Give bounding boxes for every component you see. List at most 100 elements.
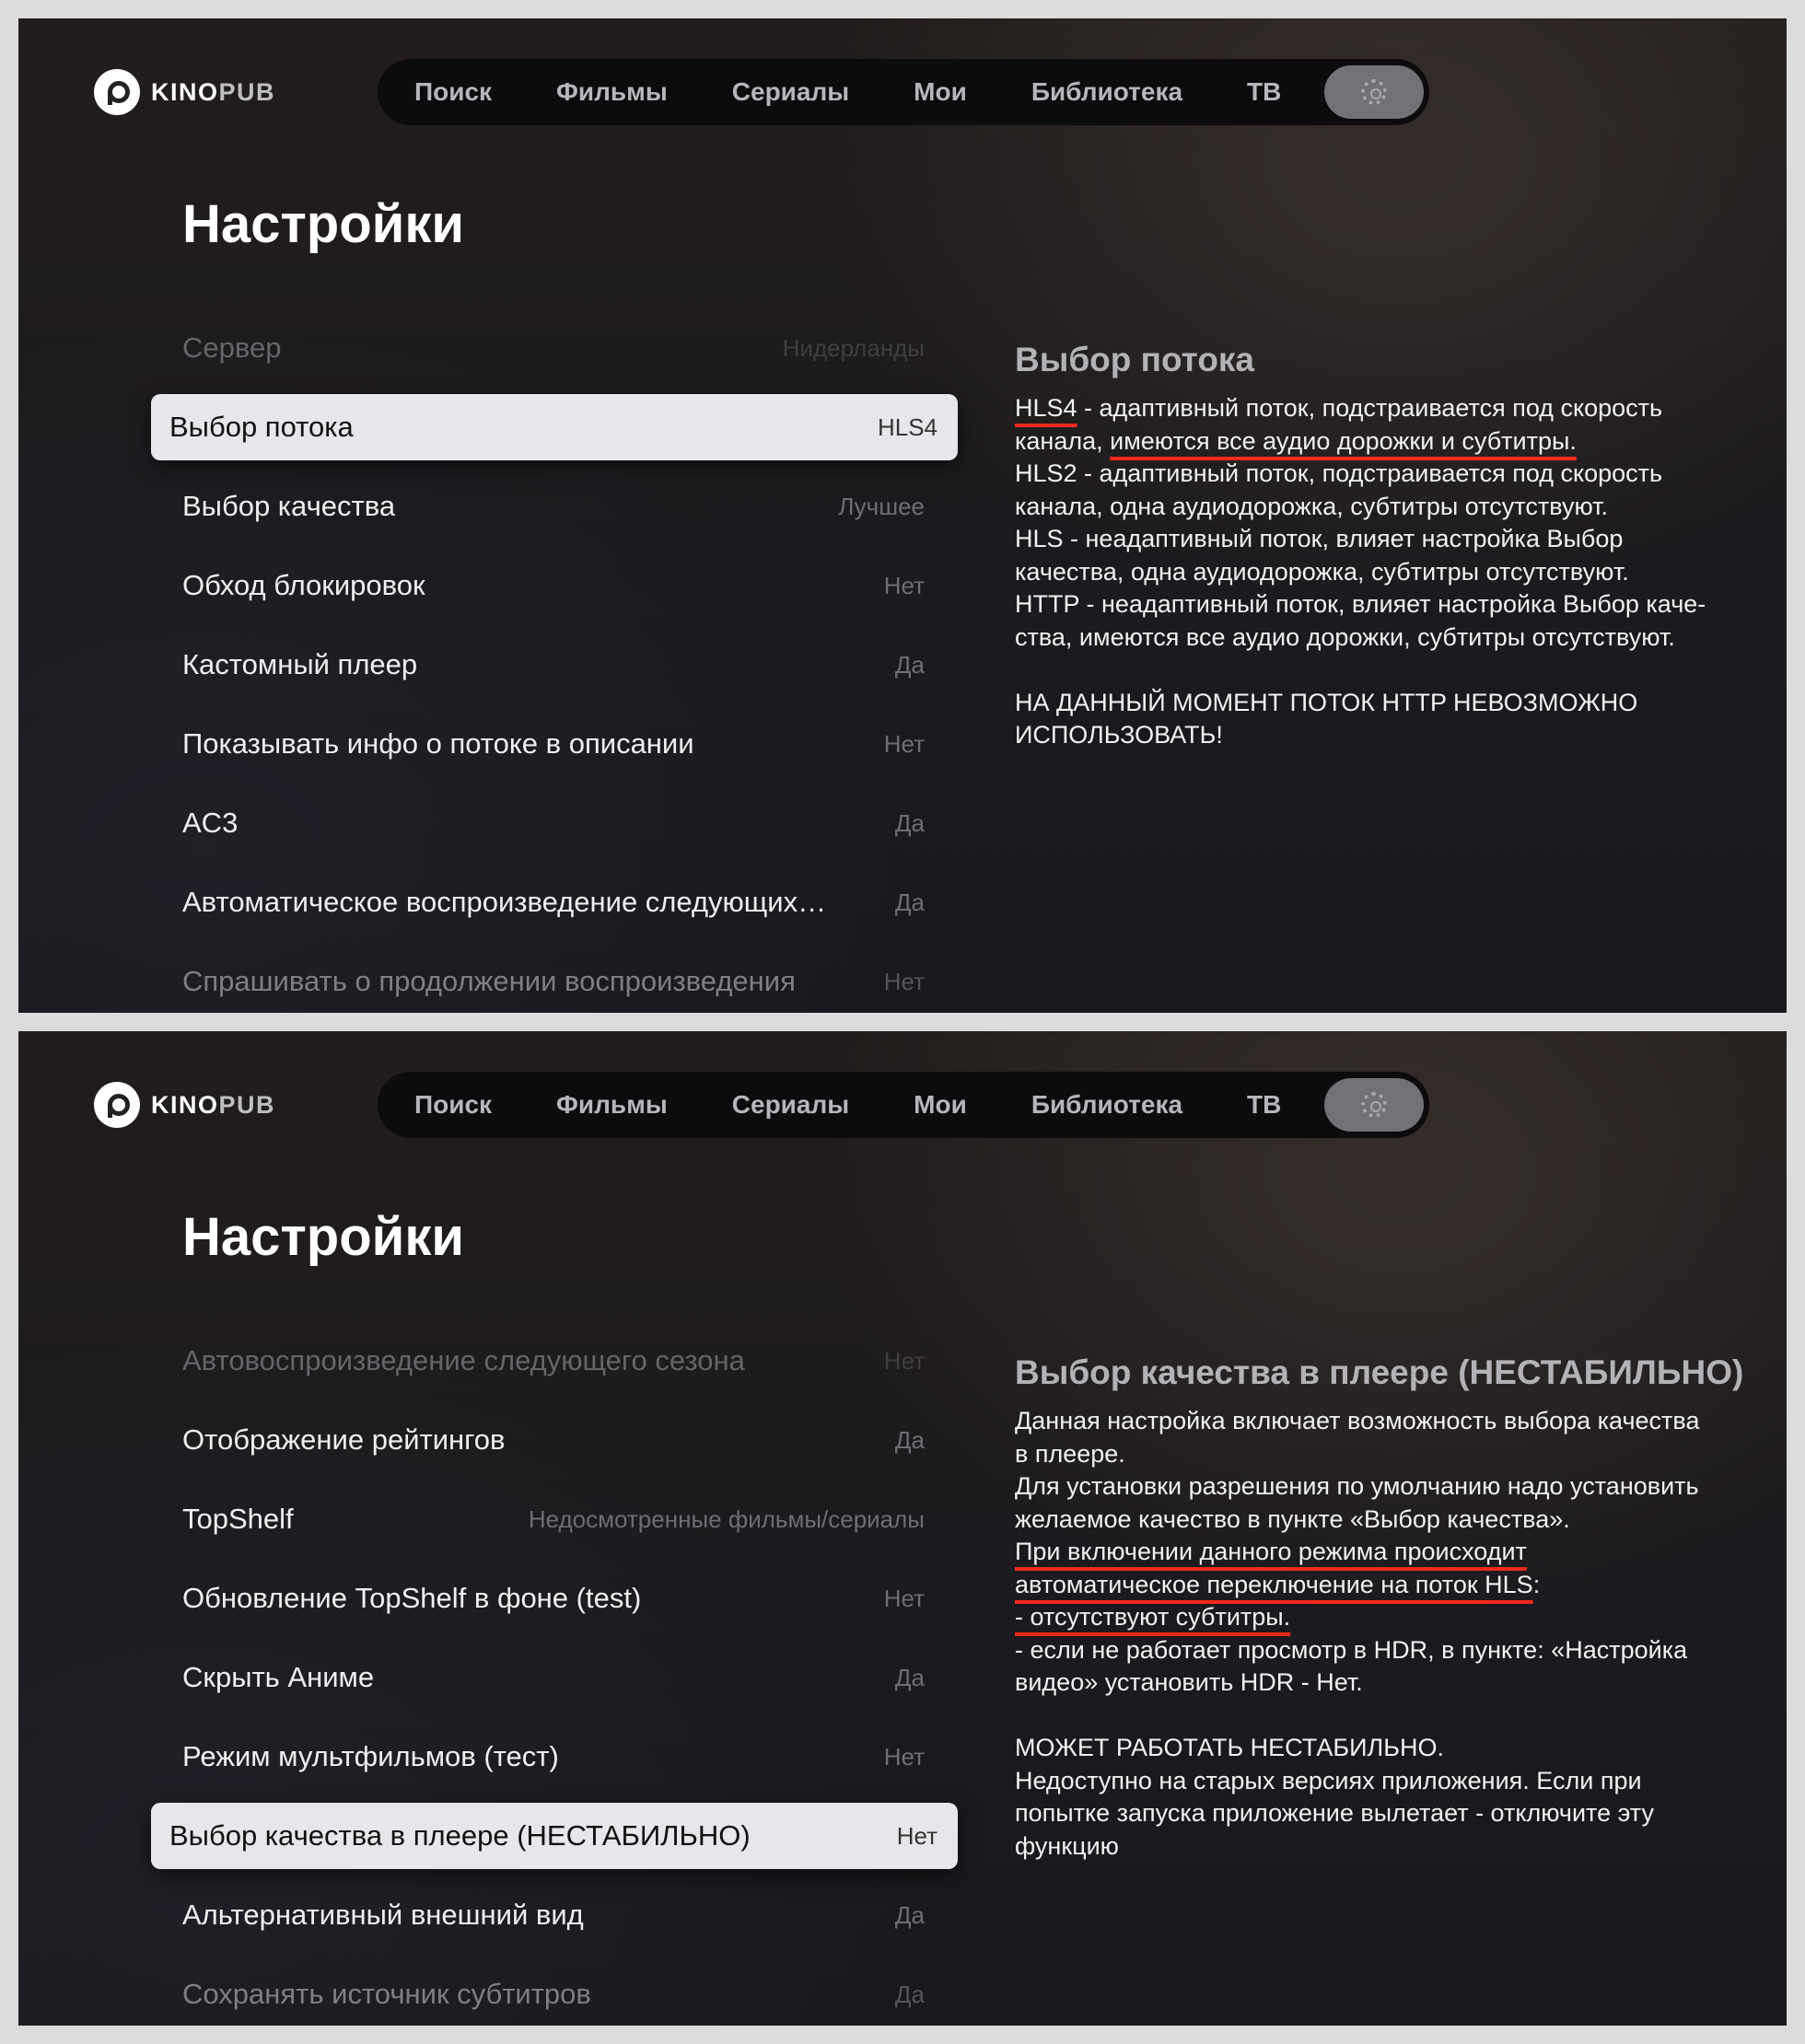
description-body: Данная настройка включает возможность вы… — [1015, 1405, 1752, 1863]
settings-row-player-quality-selected[interactable]: Выбор качества в плеере (НЕСТАБИЛЬНО) Не… — [151, 1803, 958, 1869]
underlined-annotation: - отсутствуют субтитры. — [1015, 1603, 1291, 1631]
row-value: Да — [894, 808, 925, 837]
settings-row-ask-continue[interactable]: Спрашивать о продолжении воспроизведения… — [151, 948, 958, 1013]
row-value: Недосмотренные фильмы/сериалы — [528, 1504, 925, 1533]
kinopub-logo-icon — [94, 1082, 140, 1128]
settings-row-alt-appearance[interactable]: Альтернативный внешний вид Да — [151, 1882, 958, 1948]
row-value: Да — [894, 888, 925, 916]
description-text: НА ДАННЫЙ МОМЕНТ ПОТОК HTTP НЕВОЗМОЖНО — [1015, 688, 1638, 716]
underlined-annotation: При включении данного режима происходит — [1015, 1538, 1527, 1565]
settings-row-topshelf[interactable]: TopShelf Недосмотренные фильмы/сериалы — [151, 1486, 958, 1552]
nav-item-library[interactable]: Библиотека — [999, 77, 1215, 107]
nav-item-search[interactable]: Поиск — [378, 1090, 524, 1120]
row-value: Нет — [883, 967, 925, 995]
top-nav-bar: Поиск Фильмы Сериалы Мои Библиотека ТВ — [378, 1072, 1429, 1138]
row-label: TopShelf — [182, 1503, 294, 1535]
description-line: Данная настройка включает возможность вы… — [1015, 1405, 1752, 1438]
description-text: желаемое качество в пункте «Выбор качест… — [1015, 1504, 1570, 1533]
description-line: качества, одна аудиодорожка, субтитры от… — [1015, 556, 1752, 589]
settings-row-ratings[interactable]: Отображение рейтингов Да — [151, 1407, 958, 1473]
description-text: HLS - неадаптивный поток, влияет настрой… — [1015, 525, 1624, 552]
description-line: Для установки разрешения по умолчанию на… — [1015, 1470, 1752, 1504]
logo-text: KINOPUB — [151, 1091, 275, 1120]
description-text: Данная настройка включает возможность вы… — [1015, 1407, 1700, 1434]
top-nav-bar: Поиск Фильмы Сериалы Мои Библиотека ТВ — [378, 59, 1429, 125]
description-body: HLS4 - адаптивный поток, подстраивается … — [1015, 392, 1752, 752]
description-line: попытке запуска приложение вылетает - от… — [1015, 1797, 1752, 1830]
description-line: ИСПОЛЬЗОВАТЬ! — [1015, 719, 1752, 752]
nav-settings-button[interactable] — [1324, 1078, 1424, 1132]
nav-item-movies[interactable]: Фильмы — [524, 1090, 700, 1120]
row-label: Обход блокировок — [182, 569, 425, 601]
description-title: Выбор потока — [1015, 341, 1255, 378]
settings-row-quality[interactable]: Выбор качества Лучшее — [151, 473, 958, 540]
settings-screen-player-quality: KINOPUB Поиск Фильмы Сериалы Мои Библиот… — [18, 1031, 1787, 2026]
description-line: HLS2 - адаптивный поток, подстраивается … — [1015, 458, 1752, 491]
description-line: видео» установить HDR - Нет. — [1015, 1667, 1752, 1700]
description-text: : — [1532, 1570, 1541, 1598]
row-value: Нет — [896, 1821, 937, 1850]
logo-text-pub: PUB — [218, 1090, 276, 1119]
nav-item-my[interactable]: Мои — [881, 77, 999, 107]
nav-item-series[interactable]: Сериалы — [700, 77, 881, 107]
settings-row-hide-anime[interactable]: Скрыть Аниме Да — [151, 1644, 958, 1711]
description-text: канала, — [1015, 426, 1111, 455]
nav-settings-button[interactable] — [1324, 65, 1424, 119]
settings-row-subtitle-source[interactable]: Сохранять источник субтитров Да — [151, 1961, 958, 2026]
gear-icon — [1361, 1092, 1387, 1118]
logo-text-kino: KINO — [151, 77, 219, 106]
row-value: Нет — [883, 1346, 925, 1375]
row-value: Лучшее — [838, 492, 925, 520]
nav-item-tv[interactable]: ТВ — [1215, 1090, 1313, 1120]
description-line: канала, имеются все аудио дорожки и субт… — [1015, 425, 1752, 459]
nav-item-series[interactable]: Сериалы — [700, 1090, 881, 1120]
settings-row-autoplay-season[interactable]: Автовоспроизведение следующего сезона Не… — [151, 1328, 958, 1394]
row-label: Автоматическое воспроизведение следующих… — [182, 886, 827, 918]
description-text: - адаптивный поток, подстраивается под с… — [1077, 394, 1663, 422]
settings-list: Автовоспроизведение следующего сезона Не… — [151, 1328, 958, 2026]
description-line: - если не работает просмотр в HDR, в пун… — [1015, 1634, 1752, 1667]
settings-row-stream-info[interactable]: Показывать инфо о потоке в описании Нет — [151, 711, 958, 777]
settings-row-ac3[interactable]: AC3 Да — [151, 790, 958, 856]
description-line: в плеере. — [1015, 1438, 1752, 1471]
setting-description-panel: Выбор качества в плеере (НЕСТАБИЛЬНО) Да… — [1015, 1353, 1752, 1863]
nav-item-movies[interactable]: Фильмы — [524, 77, 700, 107]
description-line: Недоступно на старых версиях приложения.… — [1015, 1765, 1752, 1798]
description-text: Для установки разрешения по умолчанию на… — [1015, 1472, 1699, 1500]
description-line: При включении данного режима происходит — [1015, 1536, 1752, 1569]
description-line: ства, имеются все аудио дорожки, субтитр… — [1015, 621, 1752, 655]
settings-row-stream-selected[interactable]: Выбор потока HLS4 — [151, 394, 958, 460]
description-text: попытке запуска приложение вылетает - от… — [1015, 1799, 1654, 1827]
settings-row-topshelf-update[interactable]: Обновление TopShelf в фоне (test) Нет — [151, 1565, 958, 1632]
description-line: желаемое качество в пункте «Выбор качест… — [1015, 1504, 1752, 1537]
page-title: Настройки — [182, 194, 465, 254]
row-value: Нет — [883, 729, 925, 758]
description-text: качества, одна аудиодорожка, субтитры от… — [1015, 557, 1629, 586]
nav-item-library[interactable]: Библиотека — [999, 1090, 1215, 1120]
settings-row-bypass[interactable]: Обход блокировок Нет — [151, 552, 958, 619]
settings-row-server[interactable]: Сервер Нидерланды — [151, 315, 958, 381]
description-line: МОЖЕТ РАБОТАТЬ НЕСТАБИЛЬНО. — [1015, 1732, 1752, 1765]
row-value: Да — [894, 1663, 925, 1691]
settings-row-autoplay-next[interactable]: Автоматическое воспроизведение следующих… — [151, 869, 958, 935]
row-label: Альтернативный внешний вид — [182, 1899, 584, 1931]
row-label: Автовоспроизведение следующего сезона — [182, 1344, 745, 1376]
underlined-annotation: автоматическое переключение на поток HLS — [1015, 1570, 1533, 1598]
row-label: Режим мультфильмов (тест) — [182, 1740, 559, 1772]
settings-row-custom-player[interactable]: Кастомный плеер Да — [151, 632, 958, 698]
row-value: Нидерланды — [782, 333, 925, 362]
nav-item-tv[interactable]: ТВ — [1215, 77, 1313, 107]
row-label: AC3 — [182, 807, 239, 839]
settings-row-cartoon-mode[interactable]: Режим мультфильмов (тест) Нет — [151, 1724, 958, 1790]
nav-item-search[interactable]: Поиск — [378, 77, 524, 107]
description-line: НА ДАННЫЙ МОМЕНТ ПОТОК HTTP НЕВОЗМОЖНО — [1015, 687, 1752, 720]
description-text: в плеере. — [1015, 1439, 1125, 1468]
underlined-annotation: HLS4 — [1015, 394, 1077, 422]
row-label: Сохранять источник субтитров — [182, 1978, 591, 2010]
description-text: HTTP - неадаптивный поток, влияет настро… — [1015, 590, 1706, 618]
nav-item-my[interactable]: Мои — [881, 1090, 999, 1120]
description-text: функцию — [1015, 1831, 1119, 1860]
row-label: Показывать инфо о потоке в описании — [182, 727, 694, 760]
description-text: ства, имеются все аудио дорожки, субтитр… — [1015, 622, 1675, 651]
